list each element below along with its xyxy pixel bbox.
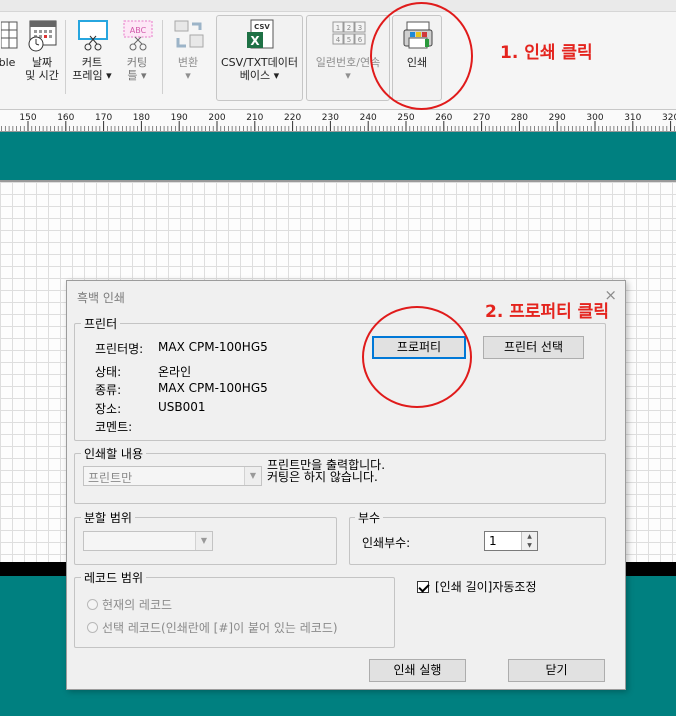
svg-text:6: 6	[358, 36, 363, 44]
split-range-group-label: 분할 범위	[81, 509, 135, 526]
printer-status-label: 상태:	[95, 365, 122, 379]
radio-selected-records-label: 선택 레코드(인쇄란에 [#]이 붙어 있는 레코드)	[102, 621, 338, 635]
ribbon-cut-frame-label2: 프레임 ▾	[72, 69, 112, 82]
ribbon-csv-database-label2: 베이스 ▾	[239, 69, 280, 82]
radio-current-record-label: 현재의 레코드	[102, 598, 173, 612]
print-dialog: 흑백 인쇄 × 프린터 프린터명: MAX CPM-100HG5 상태: 온라인…	[66, 280, 626, 690]
ribbon-date-time-button[interactable]: 날짜 및 시간	[20, 18, 64, 100]
ribbon-convert-label: 변환	[177, 56, 199, 69]
calendar-clock-icon	[26, 18, 58, 52]
ribbon-convert-button[interactable]: 변환 ▾	[166, 18, 210, 100]
horizontal-ruler: 150 160 170 180 190 200 210 220 230 240 250 260 270 2…	[0, 110, 676, 132]
svg-text:X: X	[250, 34, 260, 48]
ribbon-cut-frame-label: 커트	[81, 56, 103, 69]
ruler-tick-label: 250	[397, 113, 414, 123]
spinner-arrows-icon[interactable]: ▲ ▼	[521, 532, 537, 550]
print-content-selected: 프린트만	[88, 471, 133, 485]
print-content-select[interactable]: 프린트만 ▼	[83, 466, 262, 486]
print-execute-button[interactable]: 인쇄 실행	[369, 659, 466, 682]
ruler-tick-label: 160	[57, 113, 74, 123]
close-button[interactable]: 닫기	[508, 659, 605, 682]
select-printer-button[interactable]: 프린터 선택	[483, 336, 584, 359]
printer-name-value: MAX CPM-100HG5	[158, 340, 268, 354]
ruler-tick-label: 170	[95, 113, 112, 123]
printer-status-value: 온라인	[158, 365, 192, 379]
workspace-background-top	[0, 132, 676, 180]
ruler-ticks: 150 160 170 180 190 200 210 220 230 240 250 260 270 2…	[1, 113, 676, 131]
printer-comment-label: 코멘트:	[95, 420, 133, 434]
csv-excel-icon: CSV X	[244, 18, 276, 52]
ribbon-cut-frame-button[interactable]: 커트 프레임 ▾	[68, 18, 116, 100]
checkbox-checked-icon	[417, 581, 429, 593]
ruler-tick-label: 150	[19, 113, 36, 123]
highlight-circle-print	[370, 2, 473, 110]
ribbon-table-label: ble	[0, 56, 16, 69]
printer-type-value: MAX CPM-100HG5	[158, 381, 268, 395]
printer-location-value: USB001	[158, 400, 206, 414]
ruler-tick-label: 210	[246, 113, 263, 123]
printer-location-label: 장소:	[95, 402, 122, 416]
ruler-tick-label: 200	[208, 113, 225, 123]
ribbon-csv-database-button[interactable]: CSV X CSV/TXT데이터 베이스 ▾	[218, 18, 301, 100]
svg-text:5: 5	[347, 36, 351, 44]
printer-type-label: 종류:	[95, 383, 122, 397]
highlight-circle-properties	[362, 306, 472, 408]
ruler-tick-label: 310	[624, 113, 641, 123]
ribbon-date-time-label: 날짜	[31, 56, 53, 69]
ruler-tick-label: 280	[511, 113, 528, 123]
copies-group-label: 부수	[355, 509, 384, 526]
ruler-tick-label: 190	[171, 113, 188, 123]
auto-length-checkbox[interactable]: [인쇄 길이]자동조정	[417, 578, 537, 595]
ribbon-top-strip	[0, 0, 676, 12]
annotation-step2: 2. 프로퍼티 클릭	[485, 302, 609, 322]
convert-icon	[172, 18, 204, 52]
serial-number-icon: 123 456	[332, 18, 366, 52]
radio-current-record[interactable]: 현재의 레코드	[87, 596, 172, 613]
svg-text:ABC: ABC	[130, 26, 147, 35]
ruler-tick-label: 290	[549, 113, 566, 123]
ribbon-date-time-label2: 및 시간	[25, 69, 59, 82]
ribbon-cutting-frame-button[interactable]: ABC 커팅 틀 ▾	[116, 18, 158, 100]
ribbon-cutting-frame-label2: 틀 ▾	[127, 69, 147, 82]
chevron-down-icon: ▼	[244, 467, 261, 485]
ruler-tick-label: 270	[473, 113, 490, 123]
ruler-tick-label: 230	[322, 113, 339, 123]
printer-group-label: 프린터	[81, 315, 121, 332]
svg-text:2: 2	[347, 24, 351, 32]
ribbon-table-button[interactable]: ble	[0, 18, 18, 100]
annotation-step1: 1. 인쇄 클릭	[500, 43, 593, 63]
ribbon-separator	[162, 20, 163, 94]
record-range-group-label: 레코드 범위	[81, 569, 147, 586]
svg-text:3: 3	[358, 24, 362, 32]
chevron-down-icon: ▼	[195, 532, 212, 550]
split-range-select[interactable]: ▼	[83, 531, 213, 551]
svg-text:4: 4	[336, 36, 341, 44]
ruler-tick-label: 180	[133, 113, 150, 123]
ruler-tick-label: 240	[360, 113, 377, 123]
radio-selected-records[interactable]: 선택 레코드(인쇄란에 [#]이 붙어 있는 레코드)	[87, 619, 338, 636]
radio-circle-icon	[87, 599, 98, 610]
ribbon-csv-database-label: CSV/TXT데이터	[220, 56, 299, 69]
ruler-tick-label: 320	[662, 113, 676, 123]
copies-value: 1	[489, 534, 497, 548]
copies-label: 인쇄부수:	[362, 536, 411, 550]
print-content-description-2: 커팅은 하지 않습니다.	[267, 470, 378, 484]
print-content-group-label: 인쇄할 내용	[81, 445, 147, 462]
printer-name-label: 프린터명:	[95, 342, 144, 356]
ruler-tick-label: 300	[586, 113, 603, 123]
cutting-frame-icon: ABC	[121, 18, 153, 52]
radio-circle-icon	[87, 622, 98, 633]
csv-badge-text: CSV	[254, 23, 270, 31]
ribbon-cutting-frame-label: 커팅	[126, 56, 148, 69]
cut-frame-icon	[76, 18, 108, 52]
ruler-tick-label: 220	[284, 113, 301, 123]
svg-text:1: 1	[336, 24, 340, 32]
ribbon-convert-label2: ▾	[185, 69, 191, 82]
ribbon-separator	[65, 20, 66, 94]
auto-length-label: [인쇄 길이]자동조정	[435, 580, 537, 594]
ruler-tick-label: 260	[435, 113, 452, 123]
copies-stepper[interactable]: 1 ▲ ▼	[484, 531, 538, 551]
